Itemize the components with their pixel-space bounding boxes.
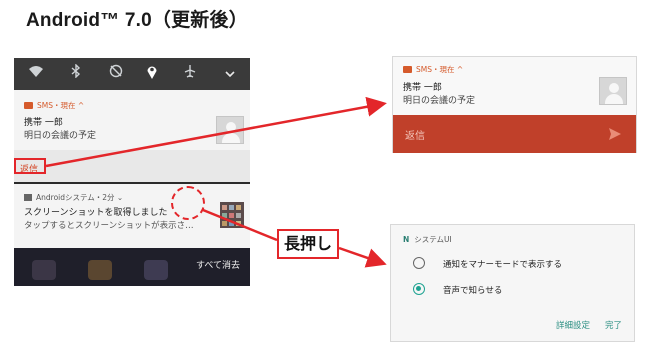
- long-press-label: 長押し: [277, 229, 339, 259]
- system-ui-header: N システムUI: [403, 235, 452, 244]
- notification-sender: 携帯 一郎: [403, 83, 442, 93]
- option-silent-label: 通知をマナーモードで表示する: [443, 260, 563, 270]
- reply-notification-panel: SMS・現在 ^ 携帯 一郎 明日の会議の予定 返信: [392, 56, 637, 153]
- arrow-to-settings-panel: [338, 246, 387, 268]
- option-sound-label: 音声で知らせる: [443, 286, 503, 296]
- radio-sound[interactable]: [413, 283, 425, 295]
- arrow-to-reply-panel: [45, 96, 387, 168]
- notification-settings-panel: N システムUI 通知をマナーモードで表示する 音声で知らせる 詳細設定 完了: [390, 224, 635, 342]
- radio-silent[interactable]: [413, 257, 425, 269]
- send-icon[interactable]: [608, 127, 622, 141]
- reply-input-bar[interactable]: 返信: [393, 115, 636, 153]
- avatar: [599, 77, 627, 105]
- reply-input[interactable]: 返信: [405, 127, 425, 142]
- message-icon: [403, 66, 412, 73]
- done-button[interactable]: 完了: [605, 319, 622, 331]
- notification-text: 明日の会議の予定: [403, 96, 476, 106]
- system-ui-icon: N: [403, 235, 410, 244]
- detail-settings-button[interactable]: 詳細設定: [556, 319, 590, 331]
- notification-app-line: SMS・現在 ^: [403, 64, 463, 75]
- connector-line: [202, 208, 278, 242]
